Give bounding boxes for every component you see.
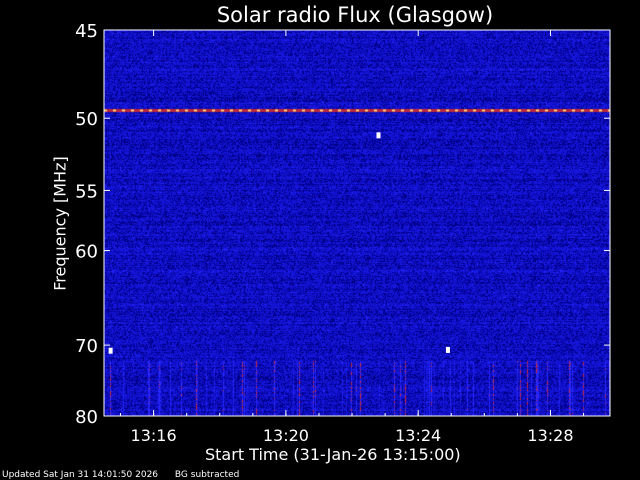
x-tick-label: 13:28 bbox=[527, 426, 573, 445]
y-tick-label: 55 bbox=[75, 181, 98, 202]
y-tick-label: 80 bbox=[75, 407, 98, 428]
x-axis-label: Start Time (31-Jan-26 13:15:00) bbox=[205, 445, 461, 464]
spike-2 bbox=[108, 347, 113, 354]
processing-note: BG subtracted bbox=[174, 470, 240, 480]
y-axis-label: Frequency [MHz] bbox=[50, 156, 70, 291]
y-tick-label: 70 bbox=[75, 336, 98, 357]
footer: Updated Sat Jan 31 14:01:50 2026 BG subt… bbox=[2, 470, 253, 480]
plot-frame bbox=[103, 29, 611, 417]
x-tick-label: 13:16 bbox=[131, 426, 177, 445]
chart-title: Solar radio Flux (Glasgow) bbox=[216, 3, 494, 27]
y-tick-label: 50 bbox=[75, 109, 98, 130]
updated-timestamp: Updated Sat Jan 31 14:01:50 2026 bbox=[2, 470, 159, 480]
y-tick-label: 60 bbox=[75, 242, 98, 263]
x-tick-label: 13:24 bbox=[395, 426, 441, 445]
spike-1 bbox=[445, 346, 450, 353]
x-tick-label: 13:20 bbox=[263, 426, 309, 445]
spike-0 bbox=[376, 132, 381, 139]
chart-axes: 45505560708013:16 13:20 13:24 13:28 bbox=[75, 21, 611, 445]
